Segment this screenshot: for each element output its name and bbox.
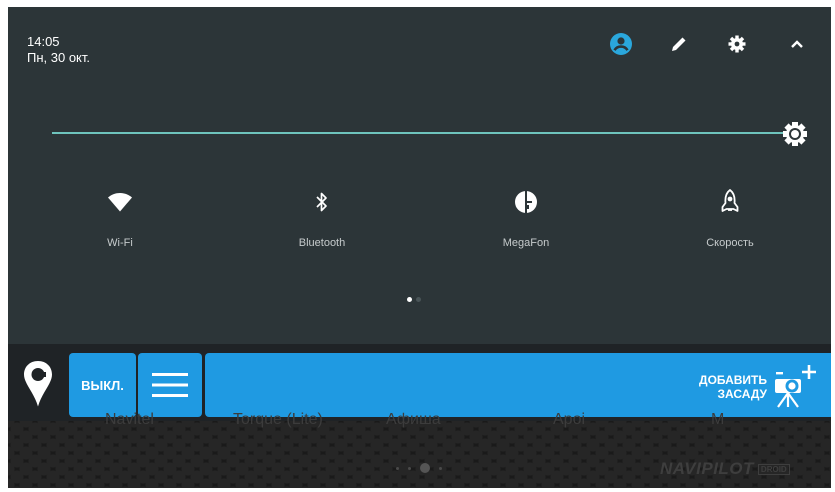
app-label[interactable]: Афиша [386, 411, 441, 429]
map-pin-logo-icon[interactable] [21, 359, 55, 409]
add-ambush-label: ДОБАВИТЬ ЗАСАДУ [699, 373, 767, 401]
add-ambush-label-line2: ЗАСАДУ [717, 387, 767, 401]
brightness-icon[interactable] [780, 119, 810, 149]
rocket-icon [710, 187, 750, 217]
screen: 14:05 Пн, 30 окт. Wi-Fi Bluetooth MegaFo… [8, 7, 831, 488]
user-icon[interactable] [606, 29, 636, 59]
tile-label: MegaFon [502, 237, 550, 249]
menu-button[interactable] [138, 353, 202, 417]
tile-label: Wi-Fi [107, 237, 133, 249]
brand-name: NAVIPILOT [660, 459, 754, 478]
off-button[interactable]: ВЫКЛ. [69, 353, 136, 417]
page-indicator [407, 297, 421, 305]
chevron-up-icon[interactable] [782, 29, 812, 59]
page-dot [416, 297, 421, 302]
date: Пн, 30 окт. [27, 50, 91, 65]
home-page-dot [396, 466, 399, 470]
page-dot-active [407, 297, 412, 302]
clock: 14:05 [27, 34, 60, 49]
tile-bluetooth[interactable]: Bluetooth [252, 187, 392, 267]
tile-label: Скорость [706, 237, 754, 249]
cellular-sim-icon [506, 187, 546, 217]
tile-wifi[interactable]: Wi-Fi [50, 187, 190, 267]
home-page-dot [439, 466, 442, 470]
home-page-indicator [396, 463, 442, 473]
app-label[interactable]: Navitel [105, 411, 154, 429]
navipilot-logo: NAVIPILOT DROID [660, 459, 790, 479]
app-label[interactable]: M [711, 411, 724, 429]
home-page-dot-active [420, 463, 430, 473]
wifi-icon [100, 187, 140, 217]
app-label[interactable]: Torque (Lite) [233, 411, 323, 429]
app-label[interactable]: Apoi [553, 411, 585, 429]
add-ambush-label-line1: ДОБАВИТЬ [699, 373, 767, 387]
home-screen: Navitel Torque (Lite) Афиша Apoi M NAVIP… [8, 411, 831, 488]
hamburger-icon [152, 373, 188, 397]
bluetooth-icon [302, 187, 342, 217]
brand-sub: DROID [757, 463, 790, 475]
quick-settings-panel: 14:05 Пн, 30 окт. Wi-Fi Bluetooth MegaFo… [8, 7, 831, 344]
tile-speed[interactable]: Скорость [660, 187, 800, 267]
navipilot-toolbar: ВЫКЛ. ДОБАВИТЬ ЗАСАДУ [8, 344, 831, 421]
tile-label: Bluetooth [298, 237, 346, 249]
add-ambush-button[interactable]: ДОБАВИТЬ ЗАСАДУ [205, 353, 831, 417]
speed-camera-add-icon [775, 365, 816, 408]
gear-icon[interactable] [722, 29, 752, 59]
edit-icon[interactable] [664, 29, 694, 59]
tile-megafon[interactable]: MegaFon [456, 187, 596, 267]
brightness-slider[interactable] [52, 132, 790, 134]
home-page-dot [408, 466, 411, 470]
